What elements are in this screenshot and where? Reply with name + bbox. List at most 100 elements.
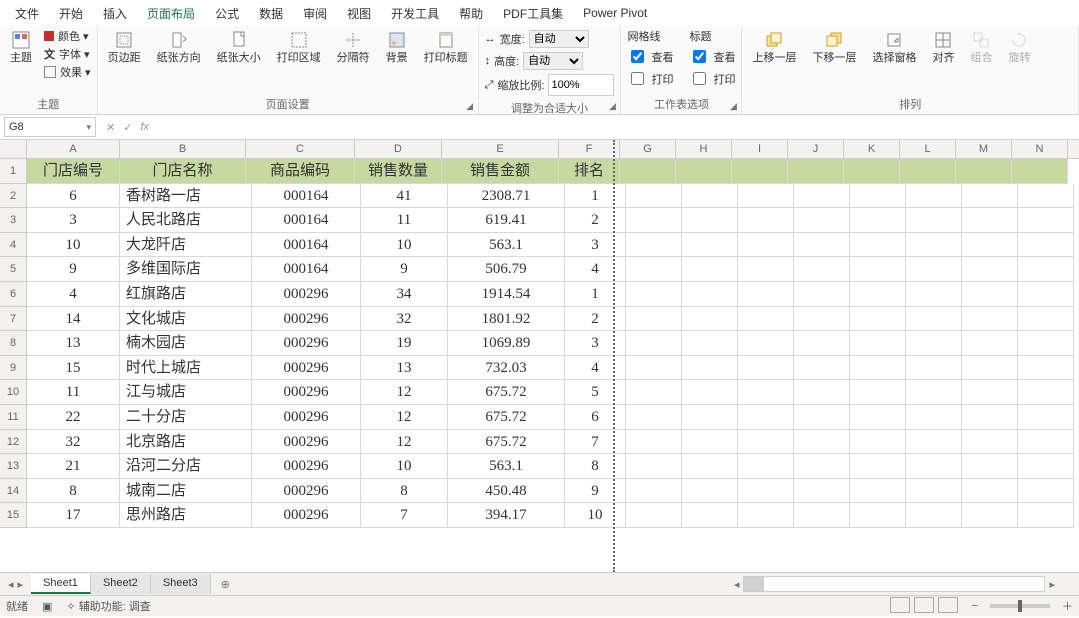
cell-D4[interactable]: 10 — [361, 233, 448, 258]
cell-I12[interactable] — [738, 430, 794, 455]
pagesetup-打印区域[interactable]: 打印区域 — [273, 28, 325, 66]
cell-E1[interactable]: 销售金额 — [442, 159, 559, 184]
pagesetup-打印标题[interactable]: 打印标题 — [420, 28, 472, 66]
cell-I7[interactable] — [738, 307, 794, 332]
cell-M3[interactable] — [962, 208, 1018, 233]
row-header-8[interactable]: 8 — [0, 331, 27, 356]
cell-E5[interactable]: 506.79 — [448, 257, 565, 282]
sheet-tab-Sheet1[interactable]: Sheet1 — [31, 574, 91, 594]
cell-C10[interactable]: 000296 — [252, 380, 361, 405]
cell-G15[interactable] — [626, 503, 682, 528]
zoom-out-button[interactable]: − — [972, 600, 978, 612]
cell-D2[interactable]: 41 — [361, 184, 448, 209]
cell-J6[interactable] — [794, 282, 850, 307]
cell-E2[interactable]: 2308.71 — [448, 184, 565, 209]
add-sheet-button[interactable]: ⊕ — [211, 575, 240, 594]
cell-F14[interactable]: 9 — [565, 479, 626, 504]
cell-G1[interactable] — [620, 159, 676, 184]
cell-C6[interactable]: 000296 — [252, 282, 361, 307]
cell-L11[interactable] — [906, 405, 962, 430]
menu-审阅[interactable]: 审阅 — [294, 1, 336, 26]
cell-L6[interactable] — [906, 282, 962, 307]
zoom-slider[interactable] — [990, 604, 1050, 608]
cell-G2[interactable] — [626, 184, 682, 209]
cell-B14[interactable]: 城南二店 — [120, 479, 252, 504]
col-header-I[interactable]: I — [732, 140, 788, 158]
col-header-M[interactable]: M — [956, 140, 1012, 158]
arrange-上移一层[interactable]: 上移一层 — [748, 28, 800, 66]
cell-I2[interactable] — [738, 184, 794, 209]
cell-N7[interactable] — [1018, 307, 1074, 332]
cell-J2[interactable] — [794, 184, 850, 209]
menu-插入[interactable]: 插入 — [94, 1, 136, 26]
cell-M8[interactable] — [962, 331, 1018, 356]
cell-K7[interactable] — [850, 307, 906, 332]
cell-N4[interactable] — [1018, 233, 1074, 258]
cell-B7[interactable]: 文化城店 — [120, 307, 252, 332]
macro-record-icon[interactable]: ▣ — [42, 600, 52, 613]
cell-H9[interactable] — [682, 356, 738, 381]
cell-M5[interactable] — [962, 257, 1018, 282]
cell-H2[interactable] — [682, 184, 738, 209]
cell-B8[interactable]: 楠木园店 — [120, 331, 252, 356]
cell-M9[interactable] — [962, 356, 1018, 381]
cell-K11[interactable] — [850, 405, 906, 430]
cell-F12[interactable]: 7 — [565, 430, 626, 455]
cell-J15[interactable] — [794, 503, 850, 528]
cell-D12[interactable]: 12 — [361, 430, 448, 455]
cell-N12[interactable] — [1018, 430, 1074, 455]
spreadsheet-grid[interactable]: ABCDEFGHIJKLMN 1门店编号门店名称商品编码销售数量销售金额排名26… — [0, 140, 1079, 572]
cell-A10[interactable]: 11 — [27, 380, 120, 405]
cell-G3[interactable] — [626, 208, 682, 233]
col-header-D[interactable]: D — [355, 140, 442, 158]
col-header-H[interactable]: H — [676, 140, 732, 158]
cell-H1[interactable] — [676, 159, 732, 184]
cell-N2[interactable] — [1018, 184, 1074, 209]
cell-F1[interactable]: 排名 — [559, 159, 620, 184]
cell-M13[interactable] — [962, 454, 1018, 479]
cell-M10[interactable] — [962, 380, 1018, 405]
col-header-L[interactable]: L — [900, 140, 956, 158]
cell-K14[interactable] — [850, 479, 906, 504]
cell-A12[interactable]: 32 — [27, 430, 120, 455]
cell-J5[interactable] — [794, 257, 850, 282]
col-header-F[interactable]: F — [559, 140, 620, 158]
row-header-11[interactable]: 11 — [0, 405, 27, 430]
cell-A2[interactable]: 6 — [27, 184, 120, 209]
cell-F5[interactable]: 4 — [565, 257, 626, 282]
cell-G13[interactable] — [626, 454, 682, 479]
cell-A9[interactable]: 15 — [27, 356, 120, 381]
cell-N1[interactable] — [1012, 159, 1068, 184]
cell-D3[interactable]: 11 — [361, 208, 448, 233]
cell-G11[interactable] — [626, 405, 682, 430]
cell-B15[interactable]: 思州路店 — [120, 503, 252, 528]
cell-D1[interactable]: 销售数量 — [355, 159, 442, 184]
row-header-5[interactable]: 5 — [0, 257, 27, 282]
col-header-N[interactable]: N — [1012, 140, 1068, 158]
cell-A5[interactable]: 9 — [27, 257, 120, 282]
cell-B5[interactable]: 多维国际店 — [120, 257, 252, 282]
cell-C2[interactable]: 000164 — [252, 184, 361, 209]
cell-J13[interactable] — [794, 454, 850, 479]
row-header-1[interactable]: 1 — [0, 159, 27, 184]
cell-B11[interactable]: 二十分店 — [120, 405, 252, 430]
cell-N5[interactable] — [1018, 257, 1074, 282]
cell-A7[interactable]: 14 — [27, 307, 120, 332]
cell-E8[interactable]: 1069.89 — [448, 331, 565, 356]
cell-D6[interactable]: 34 — [361, 282, 448, 307]
cell-G4[interactable] — [626, 233, 682, 258]
cell-C14[interactable]: 000296 — [252, 479, 361, 504]
horizontal-scrollbar[interactable]: ◂ ▸ — [240, 576, 1079, 592]
cell-F6[interactable]: 1 — [565, 282, 626, 307]
theme-colors[interactable]: 颜色 ▾ — [44, 28, 91, 44]
cell-C13[interactable]: 000296 — [252, 454, 361, 479]
cell-N9[interactable] — [1018, 356, 1074, 381]
cell-F11[interactable]: 6 — [565, 405, 626, 430]
cell-I15[interactable] — [738, 503, 794, 528]
cell-F9[interactable]: 4 — [565, 356, 626, 381]
cell-I10[interactable] — [738, 380, 794, 405]
cell-D9[interactable]: 13 — [361, 356, 448, 381]
cell-I1[interactable] — [732, 159, 788, 184]
sheet-tab-Sheet3[interactable]: Sheet3 — [151, 574, 211, 594]
cell-I6[interactable] — [738, 282, 794, 307]
